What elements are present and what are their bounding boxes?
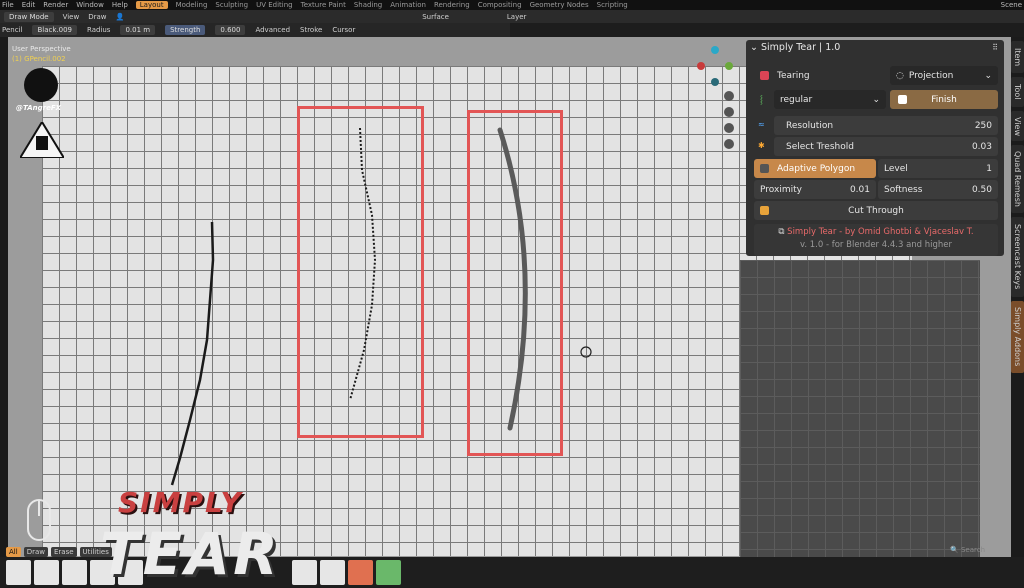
panel-header[interactable]: ⌄ Simply Tear | 1.0 bbox=[750, 42, 840, 53]
softness-label: Softness bbox=[884, 184, 923, 195]
drag-handle-icon[interactable]: ⠿ bbox=[992, 43, 998, 52]
version-text: v. 1.0 - for Blender 4.4.3 and higher bbox=[799, 240, 953, 250]
cut-through-label: Cut Through bbox=[848, 205, 904, 216]
proximity-field[interactable]: Proximity 0.01 bbox=[754, 180, 876, 199]
simply-tear-panel: ⌄ Simply Tear | 1.0 ⠿ Tearing ◌ Projecti… bbox=[746, 40, 1004, 256]
softness-field[interactable]: Softness 0.50 bbox=[878, 180, 998, 199]
collapse-chevron-icon[interactable]: ⌄ bbox=[750, 42, 758, 53]
threshold-label: Select Treshold bbox=[786, 141, 854, 152]
tab-quad-remesh[interactable]: Quad Remesh bbox=[1011, 145, 1024, 213]
addon-logo-icon bbox=[20, 122, 64, 158]
cut-icon bbox=[760, 206, 769, 215]
addon-icon: ⧉ bbox=[778, 227, 788, 237]
finish-icon bbox=[898, 95, 907, 104]
active-object-label: (1) GPencil.002 bbox=[12, 55, 66, 63]
search-field[interactable]: 🔍 Search bbox=[950, 546, 985, 554]
asset-shelf-tabs: All Draw Erase Utilities bbox=[6, 547, 112, 557]
credit-line: ⧉ Simply Tear - by Omid Ghotbi & Vjacesl… bbox=[754, 226, 998, 239]
credit-box: ⧉ Simply Tear - by Omid Ghotbi & Vjacesl… bbox=[754, 224, 998, 256]
resolution-label: Resolution bbox=[786, 120, 834, 131]
shelf-tab-all[interactable]: All bbox=[6, 547, 21, 557]
overlay-title-simply: SIMPLY bbox=[118, 486, 243, 519]
mouse-icon bbox=[27, 499, 51, 541]
grid-icon bbox=[760, 164, 769, 173]
level-field[interactable]: Level 1 bbox=[878, 159, 998, 178]
proximity-value: 0.01 bbox=[849, 184, 870, 195]
channel-handle: @TAngreFX bbox=[16, 104, 62, 112]
mode-label: regular bbox=[780, 94, 813, 105]
brush-icon: ⸾ bbox=[760, 95, 763, 104]
sidebar-tabs: Item Tool View Quad Remesh Screencast Ke… bbox=[1011, 37, 1024, 557]
highlight-box-adaptive bbox=[297, 106, 424, 438]
3d-cursor-icon bbox=[580, 346, 592, 358]
tab-item[interactable]: Item bbox=[1011, 41, 1024, 73]
finish-label: Finish bbox=[931, 94, 957, 105]
threshold-icon: ✱ bbox=[758, 141, 765, 150]
brush-thumb[interactable] bbox=[292, 560, 317, 585]
overlay-title-tear: TEAR bbox=[100, 520, 281, 588]
projection-dropdown[interactable]: ◌ Projection ⌄ bbox=[890, 66, 998, 85]
cut-through-button[interactable]: Cut Through bbox=[754, 201, 998, 220]
tab-tool[interactable]: Tool bbox=[1011, 77, 1024, 107]
tab-screencast-keys[interactable]: Screencast Keys bbox=[1011, 217, 1024, 297]
tearing-row: Tearing bbox=[754, 66, 866, 85]
level-label: Level bbox=[884, 163, 908, 174]
threshold-field[interactable]: Select Treshold 0.03 bbox=[774, 137, 998, 156]
chevron-down-icon: ⌄ bbox=[872, 94, 880, 105]
perspective-label: User Perspective bbox=[12, 45, 71, 53]
resolution-value: 250 bbox=[974, 120, 992, 131]
threshold-value: 0.03 bbox=[971, 141, 992, 152]
channel-logo-icon bbox=[24, 68, 58, 102]
tab-simply-addons[interactable]: Simply Addons bbox=[1011, 301, 1024, 373]
brush-thumb[interactable] bbox=[376, 560, 401, 585]
tear-icon bbox=[760, 71, 769, 80]
resolution-icon: ≈ bbox=[758, 120, 765, 129]
softness-value: 0.50 bbox=[971, 184, 992, 195]
tearing-label: Tearing bbox=[777, 70, 810, 81]
viewport-info: User Perspective (1) GPencil.002 bbox=[12, 44, 71, 64]
panel-title: Simply Tear | 1.0 bbox=[761, 42, 841, 53]
chevron-down-icon: ⌄ bbox=[984, 70, 992, 81]
credit-text: Simply Tear - by Omid Ghotbi & Vjaceslav… bbox=[787, 227, 974, 237]
level-value: 1 bbox=[986, 163, 992, 174]
torn-stroke-left bbox=[170, 221, 215, 486]
proximity-label: Proximity bbox=[760, 184, 802, 195]
highlight-box-smooth bbox=[467, 110, 563, 456]
resolution-field[interactable]: Resolution 250 bbox=[774, 116, 998, 135]
shelf-tab-draw[interactable]: Draw bbox=[23, 547, 48, 557]
finish-button[interactable]: Finish bbox=[890, 90, 998, 109]
brush-thumb[interactable] bbox=[6, 560, 31, 585]
navigation-gizmo[interactable] bbox=[693, 42, 737, 152]
adaptive-label: Adaptive Polygon bbox=[777, 163, 856, 174]
brush-thumb[interactable] bbox=[34, 560, 59, 585]
brush-thumb[interactable] bbox=[320, 560, 345, 585]
tab-view[interactable]: View bbox=[1011, 111, 1024, 141]
projection-icon: ◌ bbox=[896, 70, 904, 81]
mode-dropdown[interactable]: regular ⌄ bbox=[774, 90, 886, 109]
brush-thumb[interactable] bbox=[348, 560, 373, 585]
shelf-tab-erase[interactable]: Erase bbox=[50, 547, 77, 557]
adaptive-polygon-toggle[interactable]: Adaptive Polygon bbox=[754, 159, 876, 178]
projection-label: Projection bbox=[908, 70, 954, 81]
brush-thumb[interactable] bbox=[62, 560, 87, 585]
search-placeholder: Search bbox=[960, 546, 986, 554]
